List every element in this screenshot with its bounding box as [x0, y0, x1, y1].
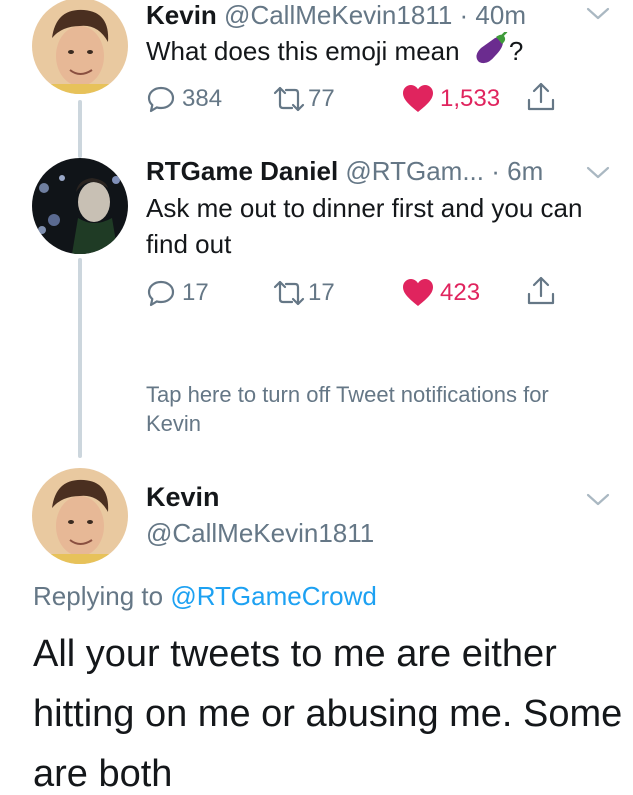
retweet-button[interactable]: 17	[272, 276, 335, 310]
replying-prefix: Replying to	[33, 581, 164, 611]
author-handle[interactable]: @CallMeKevin1811	[146, 518, 374, 549]
author-handle[interactable]: @RTGam...	[345, 156, 484, 186]
retweet-button[interactable]: 77	[272, 82, 335, 116]
share-icon	[527, 276, 555, 305]
reply-count: 384	[182, 85, 223, 112]
thread-line	[78, 100, 82, 158]
author-handle[interactable]: @CallMeKevin1811	[224, 0, 452, 30]
reply-count: 17	[182, 279, 209, 306]
retweet-count: 77	[308, 85, 335, 112]
like-count: 1,533	[440, 85, 501, 112]
heart-icon	[403, 85, 433, 112]
like-button[interactable]: 1,533	[402, 82, 500, 116]
retweet-count: 17	[308, 279, 335, 306]
retweet-icon	[273, 86, 305, 112]
mention-link[interactable]: @RTGameCrowd	[170, 581, 377, 611]
tweet-time: · 6m	[491, 156, 544, 186]
avatar-kevin[interactable]	[32, 0, 128, 94]
share-button[interactable]	[526, 80, 556, 114]
tweet-header: Kevin @CallMeKevin1811 · 40m	[146, 0, 526, 30]
share-icon	[527, 82, 555, 111]
turn-off-notifications-link[interactable]: Tap here to turn off Tweet notifications…	[146, 380, 606, 438]
eggplant-emoji	[476, 30, 508, 64]
chevron-down-icon[interactable]	[585, 6, 611, 22]
retweet-icon	[273, 280, 305, 306]
tweet-time: · 40m	[459, 0, 526, 30]
author-name[interactable]: RTGame Daniel	[146, 156, 338, 186]
share-button[interactable]	[526, 274, 556, 308]
reply-button[interactable]: 384	[146, 82, 222, 116]
chevron-down-icon[interactable]	[585, 492, 611, 508]
avatar-kevin[interactable]	[32, 468, 128, 564]
like-count: 423	[440, 279, 481, 306]
thread-line	[78, 258, 82, 458]
tweet-text-part: What does this emoji mean	[146, 36, 460, 66]
reply-button[interactable]: 17	[146, 276, 209, 310]
avatar-rtgame-daniel[interactable]	[32, 158, 128, 254]
like-button[interactable]: 423	[402, 276, 480, 310]
reply-icon	[147, 280, 175, 307]
replying-to: Replying to @RTGameCrowd	[33, 581, 377, 612]
tweet-text: What does this emoji mean ?	[146, 30, 524, 69]
author-name[interactable]: Kevin	[146, 0, 217, 30]
tweet-text-part: ?	[508, 36, 524, 66]
heart-icon	[403, 279, 433, 306]
author-name[interactable]: Kevin	[146, 482, 220, 513]
main-tweet-text: All your tweets to me are either hitting…	[33, 633, 623, 795]
tweet-text: Ask me out to dinner first and you can f…	[146, 193, 583, 259]
reply-icon	[147, 86, 175, 113]
chevron-down-icon[interactable]	[585, 165, 611, 181]
tweet-header: RTGame Daniel @RTGam... · 6m	[146, 156, 543, 186]
